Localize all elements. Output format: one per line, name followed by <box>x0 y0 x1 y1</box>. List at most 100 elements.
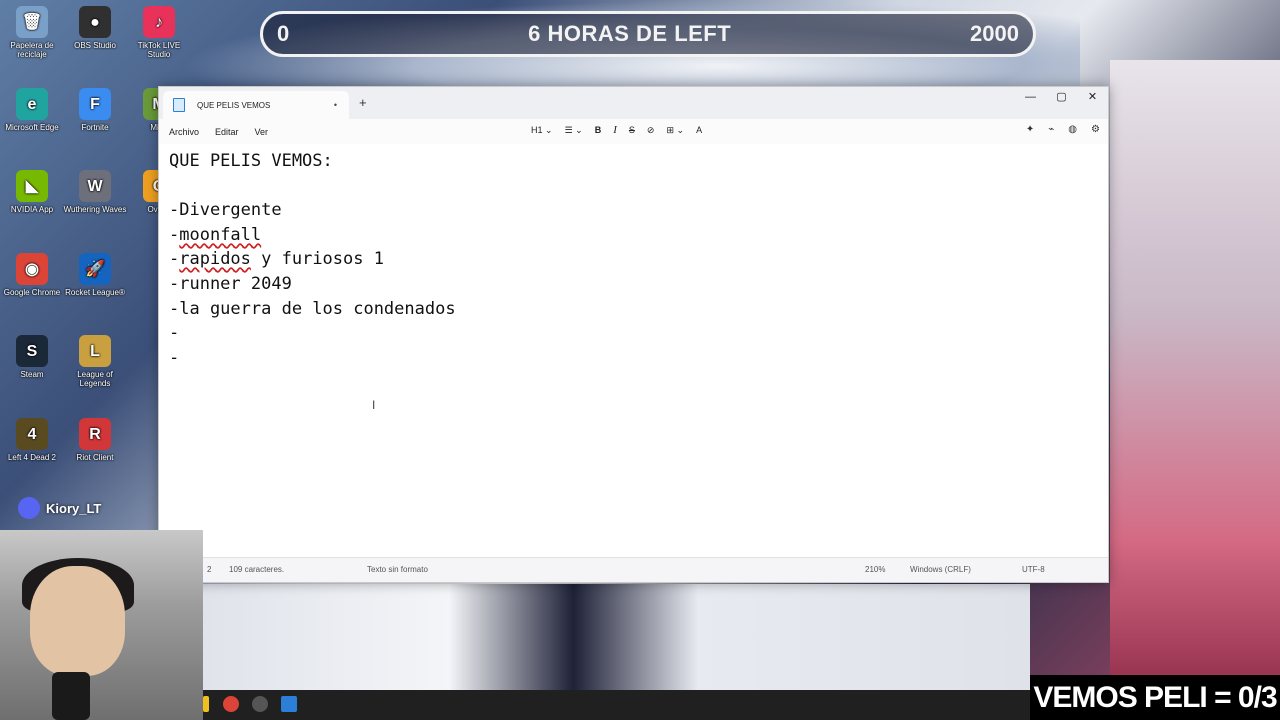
desktop-icon[interactable]: 4 Left 4 Dead 2 <box>0 418 64 462</box>
desktop-icon[interactable]: e Microsoft Edge <box>0 88 64 132</box>
heading-dropdown[interactable]: H1 ⌄ <box>531 125 553 136</box>
strikethrough-button[interactable]: S <box>629 125 635 135</box>
link-icon[interactable]: ⊘ <box>647 125 655 136</box>
status-line-ending[interactable]: Windows (CRLF) <box>910 565 971 574</box>
line-dash: - <box>169 225 180 245</box>
desktop-icon[interactable]: F Fortnite <box>63 88 127 132</box>
title-bar: QUE PELIS VEMOS • + — ▢ ✕ <box>159 87 1108 119</box>
desktop-icon-label: Wuthering Waves <box>63 205 127 214</box>
document-icon <box>173 98 185 112</box>
tab-que-pelis-vemos[interactable]: QUE PELIS VEMOS • <box>163 91 349 119</box>
chrome-icon: ◉ <box>16 253 48 285</box>
desktop-icon[interactable]: ◣ NVIDIA App <box>0 170 64 214</box>
desktop-icon-label: Microsoft Edge <box>5 123 59 132</box>
desktop-icon-label: Steam <box>20 370 44 379</box>
desktop-icon[interactable]: ◉ Google Chrome <box>0 253 64 297</box>
unsaved-dot-icon[interactable]: • <box>334 100 337 110</box>
notepad-window: QUE PELIS VEMOS • + — ▢ ✕ Archivo Editar… <box>158 86 1109 583</box>
webcam-feed <box>0 530 203 720</box>
text-line: -Divergente <box>169 200 282 220</box>
movie-counter: VEMOS PELI = 0/3 <box>1030 675 1280 720</box>
webcam-face <box>30 566 125 676</box>
folder-icon[interactable] <box>203 696 209 712</box>
chevron-down-icon: ⌄ <box>676 124 685 135</box>
stream-bar-right-value: 2000 <box>970 21 1019 46</box>
desktop-icon[interactable]: L League of Legends <box>63 335 127 388</box>
format-toolbar: H1 ⌄ ☰ ⌄ B I S ⊘ ⊞ ⌄ A <box>531 124 702 136</box>
desktop-icon[interactable]: 🗑 Papelera de reciclaje <box>0 6 64 59</box>
obs-icon[interactable] <box>252 696 268 712</box>
desktop-icon-label: Papelera de reciclaje <box>10 41 54 59</box>
desktop-icon-label: League of Legends <box>77 370 113 388</box>
chrome-icon[interactable] <box>223 696 239 712</box>
wallpaper-right <box>1110 60 1280 700</box>
wallpaper-bottom <box>200 584 1030 694</box>
misspelled-word: moonfall <box>179 225 262 245</box>
italic-button[interactable]: I <box>613 124 617 136</box>
desktop-icon[interactable]: S Steam <box>0 335 64 379</box>
desktop-icon-label: OBS Studio <box>74 41 116 50</box>
heading-label: H1 <box>531 124 543 135</box>
microphone-icon <box>52 672 90 720</box>
window-controls: — ▢ ✕ <box>1015 87 1108 119</box>
close-button[interactable]: ✕ <box>1077 87 1108 119</box>
megaphone-icon[interactable]: ⌁ <box>1048 124 1054 135</box>
text-line: -runner 2049 <box>169 274 292 294</box>
status-char-count: 109 caracteres. <box>229 565 285 574</box>
chevron-down-icon: ⌄ <box>575 124 583 135</box>
desktop-icon-label: Left 4 Dead 2 <box>7 453 57 462</box>
maximize-button[interactable]: ▢ <box>1046 87 1077 119</box>
list-dropdown[interactable]: ☰ ⌄ <box>565 125 583 136</box>
rocket-league-icon: 🚀 <box>79 253 111 285</box>
menu-editar[interactable]: Editar <box>215 127 239 137</box>
text-line: - <box>169 348 180 368</box>
bold-button[interactable]: B <box>595 125 602 135</box>
wuthering-waves-icon: W <box>79 170 111 202</box>
menu-ver[interactable]: Ver <box>255 127 269 137</box>
desktop-icon[interactable]: R Riot Client <box>63 418 127 462</box>
line-rest: y furiosos 1 <box>250 249 384 269</box>
stream-progress-bar: 0 6 HORAS DE LEFT 2000 <box>260 11 1036 57</box>
desktop-icon-label: NVIDIA App <box>10 205 54 214</box>
text-editor[interactable]: QUE PELIS VEMOS: -Divergente -moonfall -… <box>159 144 1108 556</box>
obs-icon: ● <box>79 6 111 38</box>
list-icon: ☰ <box>564 124 573 135</box>
discord-overlay: Kiory_LT <box>0 493 205 523</box>
tiktok-icon: ♪ <box>143 6 175 38</box>
text-line: QUE PELIS VEMOS: <box>169 151 333 171</box>
account-icon[interactable]: ◍ <box>1068 124 1077 135</box>
desktop-icon-label: TikTok LIVE Studio <box>137 41 181 59</box>
desktop-icon[interactable]: 🚀 Rocket League® <box>63 253 127 297</box>
status-format[interactable]: Texto sin formato <box>367 565 428 574</box>
table-dropdown[interactable]: ⊞ ⌄ <box>666 125 684 136</box>
league-icon: L <box>79 335 111 367</box>
desktop-icon-label: Riot Client <box>76 453 114 462</box>
menu-archivo[interactable]: Archivo <box>169 127 199 137</box>
left4dead-icon: 4 <box>16 418 48 450</box>
minimize-button[interactable]: — <box>1015 87 1046 119</box>
text-cursor-icon: I <box>372 398 376 412</box>
line-dash: - <box>169 249 180 269</box>
copilot-icon[interactable]: ✦ <box>1026 124 1034 135</box>
text-line: - <box>169 323 180 343</box>
desktop-icon[interactable]: ● OBS Studio <box>63 6 127 50</box>
notepad-icon[interactable] <box>281 696 297 712</box>
chevron-down-icon: ⌄ <box>545 124 553 135</box>
text-line: -moonfall <box>169 225 261 245</box>
steam-icon: S <box>16 335 48 367</box>
status-zoom[interactable]: 210% <box>865 565 885 574</box>
new-tab-button[interactable]: + <box>359 95 367 110</box>
text-line: -rapidos y furiosos 1 <box>169 249 384 269</box>
text-line: -la guerra de los condenados <box>169 299 456 319</box>
clear-formatting-icon[interactable]: A <box>696 125 702 135</box>
desktop-icon[interactable]: ♪ TikTok LIVE Studio <box>127 6 191 59</box>
discord-username: Kiory_LT <box>46 500 102 516</box>
settings-gear-icon[interactable]: ⚙ <box>1091 124 1100 135</box>
edge-icon: e <box>16 88 48 120</box>
desktop-icon-label: Fortnite <box>81 123 109 132</box>
status-line: 2 <box>207 565 212 574</box>
discord-icon <box>18 497 40 519</box>
desktop-icon-label: Rocket League® <box>65 288 125 297</box>
status-encoding[interactable]: UTF-8 <box>1022 565 1045 574</box>
desktop-icon[interactable]: W Wuthering Waves <box>63 170 127 214</box>
